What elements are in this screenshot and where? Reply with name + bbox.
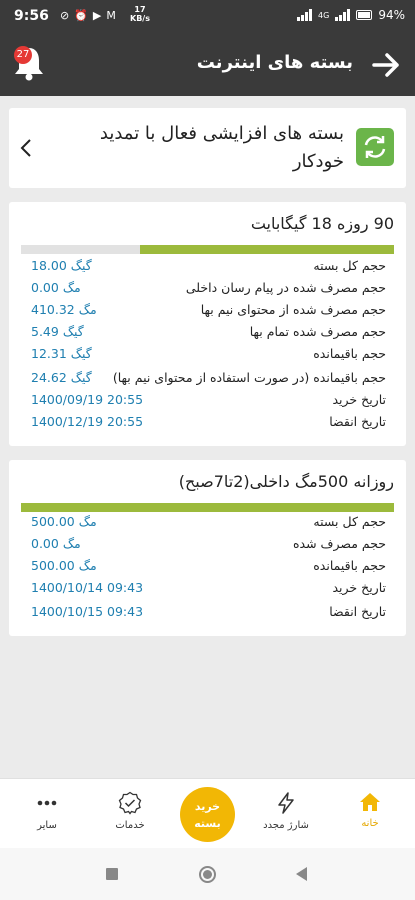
notifications-button[interactable]: 27 bbox=[12, 44, 46, 82]
signal-icon bbox=[297, 9, 313, 21]
row-label: حجم مصرف شده از محتوای نیم بها bbox=[200, 302, 386, 317]
nav-recharge[interactable]: شارژ مجدد bbox=[256, 791, 316, 831]
buy-label-line1: خرید bbox=[194, 800, 221, 813]
network-type: 4G bbox=[318, 10, 330, 20]
system-back-icon[interactable] bbox=[296, 867, 307, 881]
notification-badge: 27 bbox=[14, 46, 32, 64]
app-bar: 27 بسته های اینترنت bbox=[0, 32, 415, 96]
detail-row: حجم مصرف شده از محتوای نیم بها 410.32 مگ bbox=[21, 300, 394, 322]
row-value: 18.00 گیگ bbox=[31, 258, 92, 273]
services-badge-icon bbox=[118, 791, 142, 815]
buy-label-line2: بسته bbox=[194, 817, 221, 830]
row-value: 1400/12/19 20:55 bbox=[31, 414, 144, 429]
alarm-icon: ⏰ bbox=[74, 9, 88, 22]
row-value: 5.49 گیگ bbox=[31, 324, 84, 339]
detail-row: حجم مصرف شده تمام بها 5.49 گیگ bbox=[21, 322, 394, 344]
row-label: تاریخ انقضا bbox=[329, 604, 386, 619]
row-label: حجم مصرف شده تمام بها bbox=[249, 324, 386, 339]
detail-row: حجم مصرف شده در پیام رسان داخلی 0.00 مگ bbox=[21, 278, 394, 300]
gmail-icon: M bbox=[106, 9, 116, 22]
system-nav-bar bbox=[0, 848, 415, 900]
detail-row: حجم مصرف شده 0.00 مگ bbox=[21, 534, 394, 556]
row-value: 12.31 گیگ bbox=[31, 346, 92, 361]
row-label: تاریخ خرید bbox=[332, 580, 386, 595]
row-label: تاریخ خرید bbox=[332, 392, 386, 407]
battery-icon bbox=[356, 10, 373, 20]
buy-package-button[interactable]: خرید بسته bbox=[180, 787, 235, 842]
detail-row: حجم باقیمانده (در صورت استفاده از محتوای… bbox=[21, 368, 394, 390]
nav-recharge-label: شارژ مجدد bbox=[263, 820, 309, 831]
active-packages-title: بسته های افزایشی فعال با تمدید خودکار bbox=[99, 123, 344, 172]
row-label: تاریخ انقضا bbox=[329, 414, 386, 429]
usage-progress-bar bbox=[21, 245, 394, 254]
row-value: 0.00 مگ bbox=[31, 536, 81, 551]
detail-row: حجم کل بسته 500.00 مگ bbox=[21, 512, 394, 534]
signal-icon-2 bbox=[335, 9, 351, 21]
row-label: حجم کل بسته bbox=[313, 514, 386, 529]
nav-services-label: خدمات bbox=[115, 820, 145, 831]
detail-row: حجم باقیمانده 500.00 مگ bbox=[21, 556, 394, 578]
row-label: حجم کل بسته bbox=[313, 258, 386, 273]
row-label: حجم باقیمانده bbox=[313, 346, 386, 361]
usage-progress-fill bbox=[140, 245, 394, 254]
usage-progress-bar bbox=[21, 503, 394, 512]
system-icons: 4G 94% bbox=[297, 8, 405, 22]
battery-percent: 94% bbox=[378, 8, 405, 22]
row-value: 1400/09/19 20:55 bbox=[31, 392, 144, 407]
row-label: حجم باقیمانده bbox=[313, 558, 386, 573]
lightning-icon bbox=[278, 792, 294, 814]
nav-home[interactable]: خانه bbox=[340, 791, 400, 829]
nav-home-label: خانه bbox=[361, 818, 379, 829]
home-icon bbox=[360, 793, 380, 811]
detail-row: تاریخ انقضا 1400/10/15 09:43 bbox=[21, 602, 394, 624]
network-speed: 17 KB/s bbox=[130, 5, 150, 23]
clock: 9:56 bbox=[14, 8, 49, 24]
row-label: حجم مصرف شده bbox=[292, 536, 386, 551]
detail-row: تاریخ خرید 1400/10/14 09:43 bbox=[21, 578, 394, 600]
more-dots-icon bbox=[37, 800, 57, 806]
row-value: 410.32 مگ bbox=[31, 302, 97, 317]
nav-services[interactable]: خدمات bbox=[100, 791, 160, 831]
home-circle-icon[interactable] bbox=[199, 866, 216, 883]
usage-progress-fill bbox=[21, 503, 394, 512]
location-off-icon: ⊘ bbox=[60, 9, 70, 22]
row-value: 0.00 مگ bbox=[31, 280, 81, 295]
row-value: 1400/10/14 09:43 bbox=[31, 580, 144, 595]
package-title: 90 روزه 18 گیگابایت bbox=[250, 214, 394, 233]
active-packages-header[interactable]: بسته های افزایشی فعال با تمدید خودکار bbox=[9, 108, 406, 188]
nav-more[interactable]: سایر bbox=[17, 791, 77, 831]
chevron-left-icon bbox=[20, 139, 31, 157]
nav-more-label: سایر bbox=[37, 820, 57, 831]
notification-icons: ⊘ ⏰ ▶ M bbox=[60, 9, 116, 22]
page-title: بسته های اینترنت bbox=[196, 52, 353, 73]
detail-row: حجم باقیمانده 12.31 گیگ bbox=[21, 344, 394, 366]
package-card: روزانه 500مگ داخلی(2تا7صبح) حجم کل بسته … bbox=[9, 460, 406, 636]
bottom-nav: خانه شارژ مجدد خرید بسته خدمات سایر bbox=[0, 778, 415, 848]
row-label: حجم مصرف شده در پیام رسان داخلی bbox=[185, 280, 386, 295]
row-value: 1400/10/15 09:43 bbox=[31, 604, 144, 619]
row-value: 24.62 گیگ bbox=[31, 370, 92, 385]
detail-row: حجم کل بسته 18.00 گیگ bbox=[21, 256, 394, 278]
recents-icon[interactable] bbox=[106, 868, 118, 880]
row-value: 500.00 مگ bbox=[31, 514, 97, 529]
youtube-icon: ▶ bbox=[92, 9, 102, 22]
speed-value: 17 bbox=[134, 5, 146, 14]
speed-unit: KB/s bbox=[130, 14, 150, 23]
package-title: روزانه 500مگ داخلی(2تا7صبح) bbox=[178, 472, 394, 491]
detail-row: تاریخ خرید 1400/09/19 20:55 bbox=[21, 390, 394, 412]
auto-renew-icon bbox=[356, 128, 394, 166]
status-bar: 9:56 ⊘ ⏰ ▶ M 17 KB/s 4G 94% bbox=[0, 0, 415, 32]
row-value: 500.00 مگ bbox=[31, 558, 97, 573]
row-label: حجم باقیمانده (در صورت استفاده از محتوای… bbox=[112, 370, 386, 385]
back-arrow-icon[interactable] bbox=[371, 50, 401, 80]
package-card: 90 روزه 18 گیگابایت حجم کل بسته 18.00 گیگ… bbox=[9, 202, 406, 446]
detail-row: تاریخ انقضا 1400/12/19 20:55 bbox=[21, 412, 394, 434]
